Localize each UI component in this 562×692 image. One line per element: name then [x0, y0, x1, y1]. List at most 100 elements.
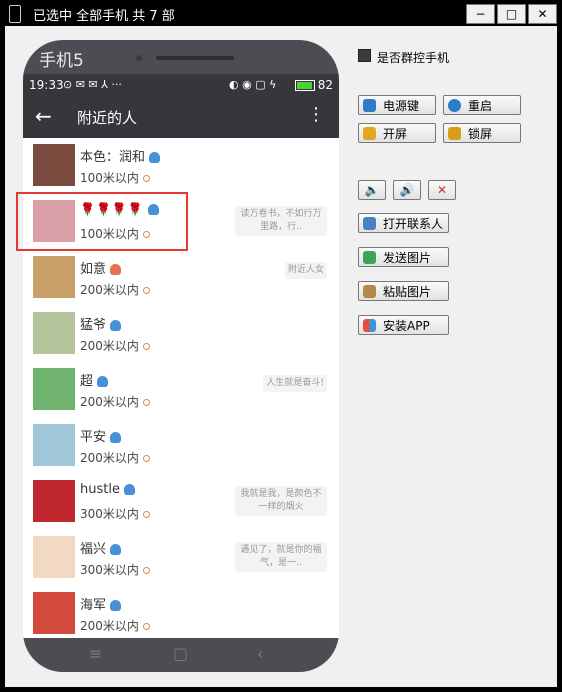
more-icon[interactable]: ⋮	[307, 104, 325, 125]
contact-name: 平安	[80, 426, 122, 445]
contact-row[interactable]: 猛爷 200米以内	[23, 306, 339, 363]
contact-name: 猛爷	[80, 314, 122, 333]
volume-down-button[interactable]: 🔈	[358, 180, 386, 200]
contact-signature: 附近人女	[284, 262, 327, 279]
open-contacts-button[interactable]: 打开联系人	[358, 213, 449, 233]
avatar	[33, 144, 75, 186]
menu-icon[interactable]: ≡	[89, 644, 102, 663]
contacts-icon	[363, 217, 376, 230]
app-window: 已选中 全部手机 共 7 部 − □ ✕ 手机5 19:33 ⊙ ✉ ✉ ⅄ ·…	[0, 0, 562, 692]
contact-name: 超	[80, 370, 109, 389]
distance-text: 200米以内	[80, 451, 139, 465]
ring-icon	[142, 399, 150, 406]
ring-icon	[142, 175, 150, 182]
ring-icon	[142, 287, 150, 294]
distance-text: 200米以内	[80, 339, 139, 353]
contact-row[interactable]: 福兴 300米以内 遇见了，就是你的福气，是一..	[23, 530, 339, 587]
contact-name: 本色：润和	[80, 146, 161, 165]
image-icon	[363, 251, 376, 264]
contact-row[interactable]: 平安 200米以内	[23, 418, 339, 475]
paste-image-button[interactable]: 粘贴图片	[358, 281, 449, 301]
contact-distance: 300米以内	[80, 505, 150, 522]
unlock-screen-button[interactable]: 开屏	[358, 123, 436, 143]
contact-name: 如意	[80, 258, 122, 277]
install-app-button[interactable]: 安装APP	[358, 315, 449, 335]
contact-name-text: 本色：润和	[80, 150, 146, 165]
status-time: 19:33	[29, 78, 64, 92]
gender-person-icon	[97, 376, 109, 387]
contact-signature: 我就是我，是颜色不一样的烟火	[235, 486, 327, 516]
power-icon	[363, 99, 376, 112]
contact-name: 海军	[80, 594, 122, 613]
contact-signature: 人生就是奋斗!	[263, 375, 327, 392]
reboot-button[interactable]: 重启	[443, 95, 521, 115]
gender-person-icon	[110, 264, 122, 275]
back-arrow-icon[interactable]: ←	[35, 104, 52, 128]
contact-name-text: 如意	[80, 262, 107, 277]
paste-image-label: 粘贴图片	[383, 285, 432, 299]
mute-icon: ✕	[436, 183, 448, 197]
distance-text: 200米以内	[80, 619, 139, 633]
close-button[interactable]: ✕	[528, 4, 557, 24]
group-control-checkbox[interactable]	[358, 49, 371, 62]
ring-icon	[142, 455, 150, 462]
apps-icon	[363, 319, 376, 332]
contact-distance: 200米以内	[80, 281, 150, 298]
gender-person-icon	[110, 544, 122, 555]
contact-name: 福兴	[80, 538, 122, 557]
status-right-icons: ◐ ◉ ▢ ϟ	[229, 78, 277, 91]
volume-up-icon: 🔊	[399, 183, 415, 197]
lock-screen-button[interactable]: 锁屏	[443, 123, 521, 143]
reboot-label: 重启	[468, 99, 493, 113]
home-icon[interactable]: ▢	[173, 644, 188, 663]
avatar	[33, 368, 75, 410]
maximize-button[interactable]: □	[497, 4, 526, 24]
gender-person-icon	[123, 484, 135, 495]
ring-icon	[142, 343, 150, 350]
contact-distance: 200米以内	[80, 337, 150, 354]
contact-distance: 200米以内	[80, 617, 150, 634]
distance-text: 300米以内	[80, 507, 139, 521]
contact-name-text: 猛爷	[80, 318, 107, 333]
avatar	[33, 312, 75, 354]
contact-name-text: 海军	[80, 598, 107, 613]
contact-name-text: 平安	[80, 430, 107, 445]
nav-bar: ≡ ▢ ‹	[23, 638, 339, 672]
lock-icon	[448, 127, 461, 140]
window-title: 已选中 全部手机 共 7 部	[33, 9, 175, 24]
contact-name: hustle	[80, 482, 135, 497]
speaker-grille	[156, 56, 234, 60]
avatar	[33, 256, 75, 298]
phone-screen[interactable]: 19:33 ⊙ ✉ ✉ ⅄ ··· ◐ ◉ ▢ ϟ 82 ← 附近的人 ⋮ 本色…	[23, 74, 339, 638]
contact-name-text: 超	[80, 374, 94, 389]
install-app-label: 安装APP	[383, 319, 430, 333]
distance-text: 100米以内	[80, 171, 139, 185]
volume-up-button[interactable]: 🔊	[393, 180, 421, 200]
avatar	[33, 536, 75, 578]
gender-person-icon	[110, 432, 122, 443]
contact-row[interactable]: 本色：润和 100米以内	[23, 138, 339, 195]
send-image-button[interactable]: 发送图片	[358, 247, 449, 267]
avatar	[33, 592, 75, 634]
contact-row[interactable]: 如意 200米以内 附近人女	[23, 250, 339, 307]
contact-distance: 200米以内	[80, 393, 150, 410]
avatar	[33, 480, 75, 522]
camera-dot	[136, 55, 142, 61]
contact-name-text: 福兴	[80, 542, 107, 557]
contact-row[interactable]: hustle 300米以内 我就是我，是颜色不一样的烟火	[23, 474, 339, 531]
back-icon[interactable]: ‹	[257, 644, 263, 663]
contact-row[interactable]: 海军 200米以内	[23, 586, 339, 638]
title-bar: 已选中 全部手机 共 7 部 − □ ✕	[0, 0, 562, 26]
minimize-button[interactable]: −	[466, 4, 495, 24]
gender-person-icon	[110, 320, 122, 331]
contact-distance: 300米以内	[80, 561, 150, 578]
contact-row[interactable]: 超 200米以内 人生就是奋斗!	[23, 362, 339, 419]
battery-level: 82	[317, 78, 333, 92]
volume-down-icon: 🔈	[364, 183, 380, 197]
mute-button[interactable]: ✕	[428, 180, 456, 200]
group-control-label: 是否群控手机	[377, 51, 450, 65]
gender-person-icon	[149, 152, 161, 163]
battery-icon	[295, 80, 315, 91]
distance-text: 200米以内	[80, 395, 139, 409]
power-button[interactable]: 电源键	[358, 95, 436, 115]
